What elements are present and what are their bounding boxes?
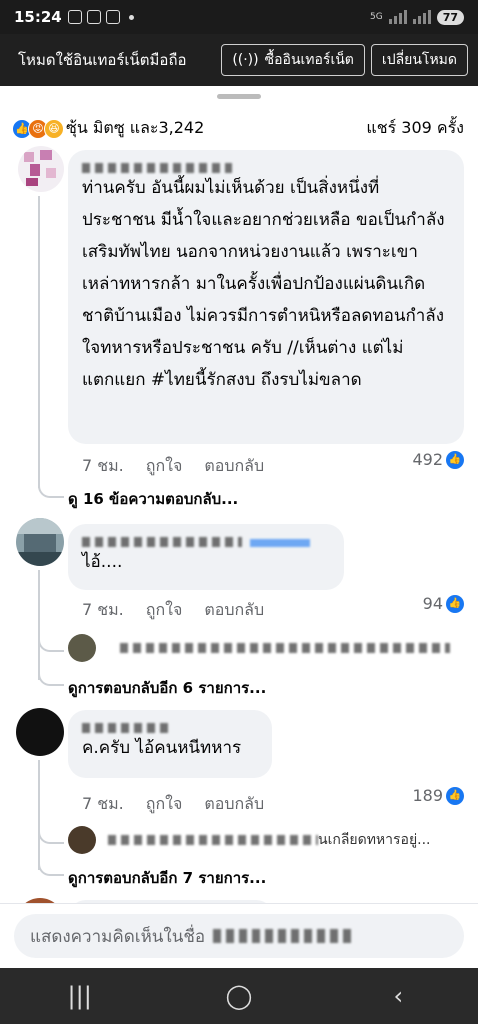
like-count-value: 189 bbox=[412, 786, 443, 805]
thread-elbow bbox=[38, 846, 64, 876]
comment-time: 7 ชม. bbox=[82, 794, 124, 813]
comment-bubble[interactable]: ท่านครับ อันนี้ผมไม่เห็นด้วย เป็นสิ่งหนึ… bbox=[68, 150, 464, 444]
buy-internet-label: ซื้ออินเทอร์เน็ต bbox=[264, 52, 354, 68]
comment-bubble[interactable]: ไอ้.... bbox=[68, 524, 344, 590]
comment-text: ค.ครับ ไอ้คนหนีทหาร bbox=[82, 738, 242, 758]
reaction-icons: 👍 😡 😆 bbox=[12, 118, 64, 139]
like-icon: 👍 bbox=[446, 450, 464, 469]
antenna-icon: ((·)) bbox=[232, 52, 259, 68]
like-button[interactable]: ถูกใจ bbox=[146, 792, 183, 817]
thread-elbow bbox=[38, 466, 64, 498]
switch-mode-label: เปลี่ยนโหมด bbox=[381, 52, 457, 68]
status-bar: 15:24 5G 77 bbox=[0, 0, 478, 34]
reaction-summary-bar[interactable]: 👍 😡 😆 ซุ้น มิตซู และ3,242 แชร์ 309 ครั้ง bbox=[12, 116, 464, 141]
like-count-value: 492 bbox=[412, 450, 443, 469]
home-icon[interactable]: ◯ bbox=[209, 982, 269, 1010]
reply-preview[interactable]: นเกลียดทหารอยู่... bbox=[68, 826, 431, 854]
reply-button[interactable]: ตอบกลับ bbox=[204, 454, 264, 479]
reply-preview-blurred bbox=[108, 835, 318, 845]
comment-actions: 7 ชม. ถูกใจ ตอบกลับ bbox=[82, 792, 286, 817]
comment-time: 7 ชม. bbox=[82, 600, 124, 619]
view-replies-link[interactable]: ดูการตอบกลับอีก 7 รายการ... bbox=[68, 866, 266, 890]
share-count[interactable]: แชร์ 309 ครั้ง bbox=[366, 116, 464, 141]
data-mode-banner: โหมดใช้อินเทอร์เน็ตมือถือ ((·)) ซื้ออินเ… bbox=[0, 34, 478, 86]
network-label: 5G bbox=[369, 12, 383, 22]
view-replies-link[interactable]: ดู 16 ข้อความตอบกลับ... bbox=[68, 487, 238, 511]
back-icon[interactable]: ‹ bbox=[368, 982, 428, 1010]
comment-actions: 7 ชม. ถูกใจ ตอบกลับ bbox=[82, 454, 286, 479]
signal-icon bbox=[388, 10, 407, 24]
buy-internet-button[interactable]: ((·)) ซื้ออินเทอร์เน็ต bbox=[221, 44, 365, 76]
switch-mode-button[interactable]: เปลี่ยนโหมด bbox=[370, 44, 468, 76]
like-button[interactable]: ถูกใจ bbox=[146, 454, 183, 479]
comment-actions: 7 ชม. ถูกใจ ตอบกลับ bbox=[82, 598, 286, 623]
tiktok-icon bbox=[105, 10, 120, 24]
reply-avatar bbox=[68, 634, 96, 662]
signal-2-icon bbox=[412, 10, 431, 24]
haha-reaction-icon: 😆 bbox=[44, 118, 64, 139]
more-notifications-icon bbox=[128, 14, 134, 20]
like-count-value: 94 bbox=[422, 594, 443, 613]
battery-icon: 77 bbox=[436, 9, 464, 25]
comment-like-count[interactable]: 492 👍 bbox=[412, 450, 464, 469]
like-button[interactable]: ถูกใจ bbox=[146, 598, 183, 623]
comment-input[interactable]: แสดงความคิดเห็นในชื่อ bbox=[14, 914, 464, 958]
reply-preview-text: นเกลียดทหารอยู่... bbox=[318, 832, 431, 848]
status-time: 15:24 bbox=[14, 8, 62, 26]
comment-text: ท่านครับ อันนี้ผมไม่เห็นด้วย เป็นสิ่งหนึ… bbox=[82, 178, 445, 390]
reply-button[interactable]: ตอบกลับ bbox=[204, 598, 264, 623]
sheet-drag-handle[interactable] bbox=[217, 94, 261, 99]
notification-icons bbox=[67, 10, 134, 24]
avatar[interactable] bbox=[18, 146, 64, 192]
camera-icon bbox=[67, 10, 82, 24]
avatar[interactable] bbox=[16, 518, 64, 566]
reply-preview[interactable] bbox=[68, 634, 450, 662]
avatar[interactable] bbox=[16, 708, 64, 756]
system-navigation-bar: ||| ◯ ‹ bbox=[0, 968, 478, 1024]
comment-input-placeholder: แสดงความคิดเห็นในชื่อ bbox=[30, 926, 206, 947]
comment-time: 7 ชม. bbox=[82, 456, 124, 475]
author-name-blurred[interactable] bbox=[82, 158, 450, 173]
author-name-blurred[interactable] bbox=[82, 532, 330, 547]
comment-input-bar: แสดงความคิดเห็นในชื่อ bbox=[0, 903, 478, 968]
author-name-blurred[interactable] bbox=[82, 718, 258, 733]
comment-bubble[interactable]: ค.ครับ ไอ้คนหนีทหาร bbox=[68, 710, 272, 778]
reply-button[interactable]: ตอบกลับ bbox=[204, 792, 264, 817]
reaction-summary-text: ซุ้น มิตซู และ3,242 bbox=[66, 118, 205, 137]
thread-line bbox=[38, 196, 40, 488]
gallery-icon bbox=[86, 10, 101, 24]
thread-elbow bbox=[38, 624, 64, 652]
thread-elbow bbox=[38, 816, 64, 844]
comment-like-count[interactable]: 94 👍 bbox=[423, 594, 464, 613]
view-replies-link[interactable]: ดูการตอบกลับอีก 6 รายการ... bbox=[68, 676, 266, 700]
user-name-blurred bbox=[213, 929, 354, 943]
recent-apps-icon[interactable]: ||| bbox=[50, 982, 110, 1010]
mode-text: โหมดใช้อินเทอร์เน็ตมือถือ bbox=[18, 51, 187, 69]
comment-like-count[interactable]: 189 👍 bbox=[412, 786, 464, 805]
comment-text: ไอ้.... bbox=[82, 552, 123, 572]
like-icon: 👍 bbox=[446, 786, 464, 805]
status-right: 5G 77 bbox=[369, 9, 464, 25]
like-icon: 👍 bbox=[446, 594, 464, 613]
thread-elbow bbox=[38, 656, 64, 686]
reply-avatar bbox=[68, 826, 96, 854]
reply-preview-blurred bbox=[120, 643, 450, 653]
comments-sheet: 👍 😡 😆 ซุ้น มิตซู และ3,242 แชร์ 309 ครั้ง… bbox=[0, 86, 478, 968]
